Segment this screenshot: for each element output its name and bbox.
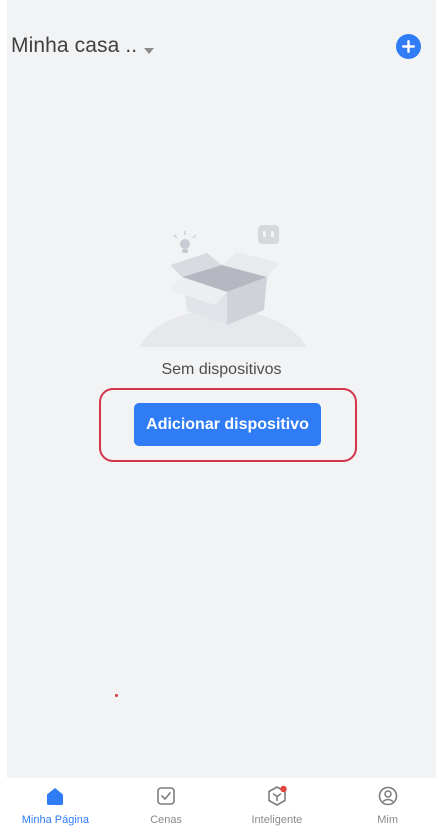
caret-down-icon [143, 42, 155, 54]
empty-state-message: Sem dispositivos [161, 361, 282, 378]
add-device-primary-button[interactable]: Adicionar dispositivo [134, 403, 321, 446]
checkbox-icon [154, 784, 178, 808]
profile-icon [376, 784, 400, 808]
bottom-navigation: Minha Página Cenas Inteligente Mim [0, 778, 443, 835]
plus-icon [402, 40, 415, 53]
tab-label: Inteligente [251, 814, 303, 826]
smart-icon [265, 784, 289, 808]
header: Minha casa .. [7, 0, 436, 90]
bulb-icon [173, 231, 197, 253]
home-title: Minha casa .. [11, 34, 138, 57]
home-icon [43, 784, 67, 808]
app-screen: Minha casa .. Sem dispositivos Adicionar… [0, 0, 443, 835]
empty-box-illustration [127, 215, 317, 355]
tab-mim[interactable]: Mim [332, 778, 443, 835]
red-dot-marker [115, 694, 118, 697]
tab-minha-pagina[interactable]: Minha Página [0, 778, 111, 835]
tab-label: Cenas [150, 814, 183, 826]
home-selector[interactable]: Minha casa .. [11, 31, 155, 61]
main-content: Minha casa .. Sem dispositivos Adicionar… [7, 0, 436, 778]
tab-inteligente[interactable]: Inteligente [222, 778, 333, 835]
add-device-button[interactable] [396, 34, 421, 59]
socket-icon [258, 225, 279, 244]
tab-label: Mim [377, 814, 399, 826]
tab-label: Minha Página [21, 814, 90, 826]
tab-cenas[interactable]: Cenas [111, 778, 222, 835]
notification-dot [280, 785, 287, 793]
